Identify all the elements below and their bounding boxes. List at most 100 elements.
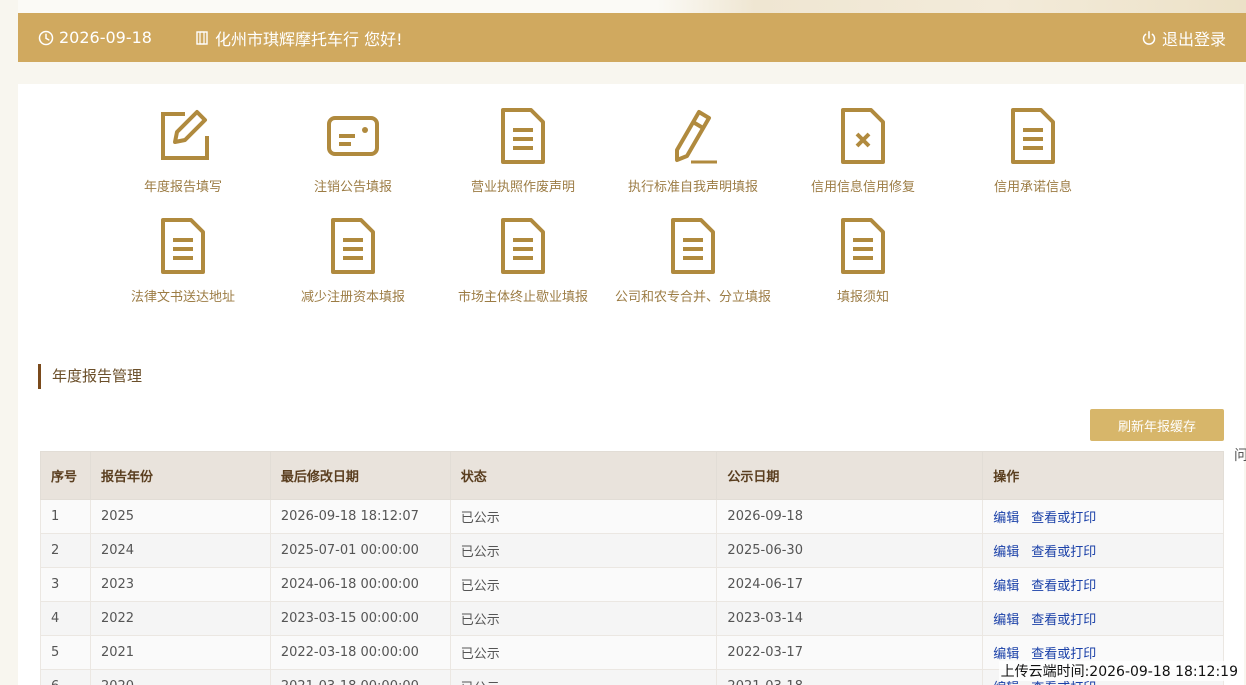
header-welcome-text: 化州市琪辉摩托车行 您好! [215,29,403,49]
cell-status: 已公示 [449,601,718,636]
clock-icon [38,30,54,46]
cell-no: 4 [40,601,91,636]
cell-year: 2024 [89,533,271,568]
cell-modified: 2026-09-18 18:12:07 [269,499,451,534]
col-header-published: 公示日期 [716,451,984,500]
section-title: 年度报告管理 [38,364,142,389]
tile-standard-declaration[interactable]: 执行标准自我声明填报 [608,106,778,206]
col-header-no: 序号 [40,451,91,500]
col-header-status: 状态 [449,451,718,500]
table-row: 1 2025 2026-09-18 18:12:07 已公示 2026-09-1… [40,499,1224,534]
col-header-year: 报告年份 [89,451,271,500]
cell-no: 6 [40,669,91,685]
header-date-text: 2026-09-18 [59,28,152,47]
annual-report-table: 序号 报告年份 最后修改日期 状态 公示日期 操作 1 2025 2026-09… [40,451,1224,685]
tile-filing-notice[interactable]: 填报须知 [778,216,948,316]
main-panel: 年度报告填写 注销公告填报 营业执照作废声明 执行标准自我声明填报 信用信息信用… [18,84,1244,685]
side-help-char[interactable]: 问 [1234,445,1246,465]
cell-status: 已公示 [449,567,718,602]
document-icon [153,216,213,276]
logout-button[interactable]: 退出登录 [1141,13,1226,62]
cell-status: 已公示 [449,669,718,685]
tile-cancellation-notice[interactable]: 注销公告填报 [268,106,438,206]
cell-no: 1 [40,499,91,534]
cell-year: 2025 [89,499,271,534]
cell-year: 2022 [89,601,271,636]
tile-label: 信用信息信用修复 [810,180,915,195]
power-icon [1141,30,1157,46]
tile-business-termination[interactable]: 市场主体终止歇业填报 [438,216,608,316]
cell-actions: 编辑查看或打印 [982,567,1224,602]
cell-status: 已公示 [449,533,718,568]
cell-actions: 编辑查看或打印 [982,601,1224,636]
cell-published: 2022-03-17 [716,635,984,670]
tile-capital-reduction[interactable]: 减少注册资本填报 [268,216,438,316]
upload-timestamp: 上传云端时间:2026-09-18 18:12:19 [998,661,1240,681]
pen-icon [663,106,723,166]
tile-label: 信用承诺信息 [993,180,1072,195]
cell-year: 2020 [89,669,271,685]
view-print-link[interactable]: 查看或打印 [1031,613,1096,628]
cell-published: 2023-03-14 [716,601,984,636]
logout-label: 退出登录 [1161,29,1226,49]
tile-label: 年度报告填写 [143,180,222,195]
tile-label: 公司和农专合并、分立填报 [614,290,771,305]
table-row: 4 2022 2023-03-15 00:00:00 已公示 2023-03-1… [40,601,1224,636]
tile-label: 执行标准自我声明填报 [627,180,758,195]
cell-actions: 编辑查看或打印 [982,533,1224,568]
table-header-row: 序号 报告年份 最后修改日期 状态 公示日期 操作 [40,451,1224,500]
view-print-link[interactable]: 查看或打印 [1031,545,1096,560]
tile-label: 减少注册资本填报 [300,290,405,305]
edit-link[interactable]: 编辑 [993,613,1019,628]
edit-link[interactable]: 编辑 [993,647,1019,662]
view-print-link[interactable]: 查看或打印 [1031,647,1096,662]
edit-link[interactable]: 编辑 [993,545,1019,560]
view-print-link[interactable]: 查看或打印 [1031,681,1096,685]
cell-no: 2 [40,533,91,568]
document-icon [1003,106,1063,166]
view-print-link[interactable]: 查看或打印 [1031,511,1096,526]
edit-link[interactable]: 编辑 [993,511,1019,526]
header-date: 2026-09-18 [38,13,152,62]
cell-status: 已公示 [449,499,718,534]
document-icon [493,106,553,166]
cell-published: 2026-09-18 [716,499,984,534]
tile-license-void[interactable]: 营业执照作废声明 [438,106,608,206]
cell-modified: 2022-03-18 00:00:00 [269,635,451,670]
cell-published: 2021-03-18 [716,669,984,685]
tile-annual-report[interactable]: 年度报告填写 [98,106,268,206]
cell-modified: 2021-03-18 00:00:00 [269,669,451,685]
tile-label: 市场主体终止歇业填报 [457,290,588,305]
tile-label: 注销公告填报 [313,180,392,195]
tile-credit-repair[interactable]: 信用信息信用修复 [778,106,948,206]
cell-modified: 2023-03-15 00:00:00 [269,601,451,636]
tile-label: 填报须知 [836,290,889,305]
tile-credit-commitment[interactable]: 信用承诺信息 [948,106,1118,206]
document-icon [833,216,893,276]
col-header-modified: 最后修改日期 [269,451,451,500]
document-icon [323,216,383,276]
header-bar: 2026-09-18 化州市琪辉摩托车行 您好! 退出登录 [18,13,1246,62]
cell-modified: 2024-06-18 00:00:00 [269,567,451,602]
cell-status: 已公示 [449,635,718,670]
refresh-cache-button[interactable]: 刷新年报缓存 [1090,409,1224,441]
header-welcome: 化州市琪辉摩托车行 您好! [194,13,403,62]
cell-year: 2021 [89,635,271,670]
edit-link[interactable]: 编辑 [993,579,1019,594]
cell-no: 3 [40,567,91,602]
tile-label: 法律文书送达地址 [130,290,235,305]
col-header-actions: 操作 [982,451,1224,500]
cell-published: 2025-06-30 [716,533,984,568]
top-decor-strip [18,0,1246,13]
cell-actions: 编辑查看或打印 [982,499,1224,534]
view-print-link[interactable]: 查看或打印 [1031,579,1096,594]
cell-year: 2023 [89,567,271,602]
id-card-icon [323,106,383,166]
table-row: 2 2024 2025-07-01 00:00:00 已公示 2025-06-3… [40,533,1224,568]
edit-link[interactable]: 编辑 [993,681,1019,685]
cell-published: 2024-06-17 [716,567,984,602]
tile-label: 营业执照作废声明 [470,180,575,195]
tile-merger-split[interactable]: 公司和农专合并、分立填报 [608,216,778,316]
tile-legal-address[interactable]: 法律文书送达地址 [98,216,268,316]
document-icon [493,216,553,276]
